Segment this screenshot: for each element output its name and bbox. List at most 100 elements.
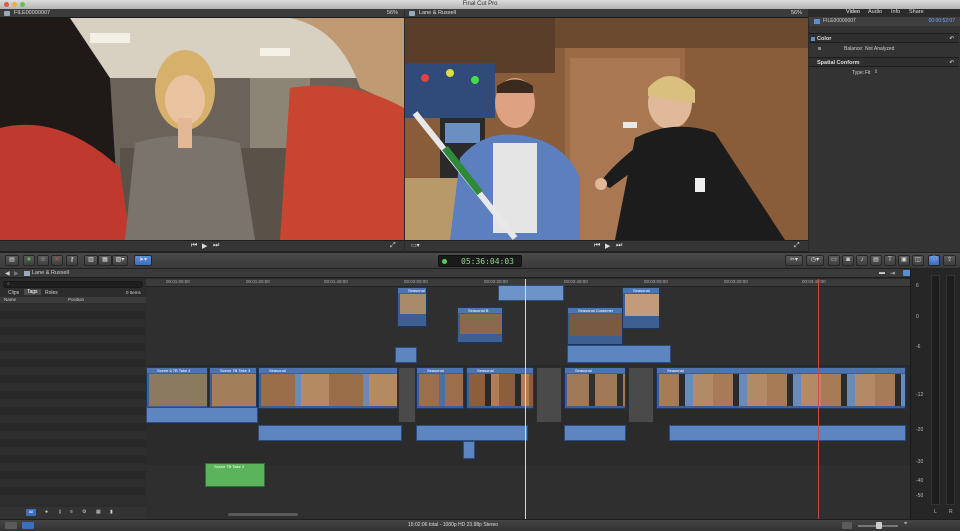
- connect-clip-button[interactable]: ▥: [84, 255, 98, 266]
- storyline-clip[interactable]: Seasonal: [416, 367, 464, 409]
- color-section-header[interactable]: Color ↶: [809, 33, 959, 43]
- themes-icon[interactable]: ◫: [912, 255, 924, 266]
- previous-frame-icon[interactable]: ⏮: [191, 242, 197, 250]
- connected-clip[interactable]: Seasonal Customer: [567, 307, 623, 345]
- reset-icon[interactable]: ↶: [949, 58, 954, 68]
- tab-video[interactable]: Video: [846, 9, 860, 15]
- viewer-options-icon[interactable]: ▭▾: [411, 242, 420, 249]
- connected-clip[interactable]: [498, 285, 564, 301]
- gap-clip[interactable]: [536, 367, 562, 423]
- type-value-select[interactable]: Fit: [865, 70, 871, 76]
- clip-appearance-button[interactable]: [842, 522, 852, 529]
- all-filter-button[interactable]: All: [26, 509, 36, 516]
- connected-clip[interactable]: Seasonal: [622, 287, 660, 329]
- playhead[interactable]: [525, 279, 526, 519]
- favorite-star-icon[interactable]: ★: [23, 255, 35, 266]
- main-toolbar: ▤ ★ ☆ ✕ ⚷ ▥ ▦ ▧▾ ➤▾ 05:36:04:03 ✂▾ ◷▾ ▭ …: [0, 252, 960, 269]
- clip-title: Seasonal: [623, 288, 659, 293]
- film-icon: [814, 19, 820, 24]
- spatial-conform-section-header[interactable]: Spatial Conform ↶: [809, 57, 959, 67]
- snapping-icon[interactable]: ⇥: [890, 270, 895, 277]
- reset-icon[interactable]: ↶: [949, 34, 954, 44]
- clip-thumbnail: [659, 374, 905, 406]
- music-icon[interactable]: ♪: [856, 255, 868, 266]
- share-icon[interactable]: ⇪: [943, 255, 956, 266]
- select-tool-arrow-icon[interactable]: ➤▾: [134, 255, 152, 266]
- fullscreen-icon[interactable]: ⤢: [390, 242, 396, 250]
- column-position-header[interactable]: Position: [68, 297, 84, 302]
- keyword-key-icon[interactable]: ⚷: [66, 255, 78, 266]
- chevron-down-icon[interactable]: ⇕: [874, 69, 878, 75]
- tab-info[interactable]: Info: [891, 9, 900, 15]
- clip-title: Seasonal: [657, 368, 905, 373]
- enhancements-icon[interactable]: ✂▾: [785, 255, 803, 266]
- tab-tags[interactable]: Tags: [24, 289, 41, 295]
- play-icon[interactable]: ▶: [202, 242, 207, 250]
- ruler-tick-label: 00:02:40:00: [564, 279, 588, 284]
- timeline-viewer-zoom[interactable]: 56%: [791, 9, 802, 18]
- marker-filter-icon[interactable]: ▮: [110, 509, 113, 515]
- grid-filter-icon[interactable]: ▦: [96, 509, 101, 515]
- key-filter-icon[interactable]: ⚷: [58, 509, 62, 515]
- audio-waveform: [669, 425, 906, 441]
- reject-icon[interactable]: ✕: [51, 255, 63, 266]
- append-clip-button[interactable]: ▧▾: [112, 255, 128, 266]
- background-tasks-button[interactable]: [22, 522, 34, 529]
- index-toggle-button[interactable]: [5, 522, 17, 529]
- unrate-star-icon[interactable]: ☆: [37, 255, 49, 266]
- column-name-header[interactable]: Name: [4, 297, 16, 302]
- connected-audio-clip[interactable]: Scene 7B Take 2: [205, 463, 265, 487]
- close-window-button[interactable]: [4, 2, 9, 7]
- tab-audio[interactable]: Audio: [868, 9, 882, 15]
- storyline-clip[interactable]: Scene 6 7B Take 4: [146, 367, 208, 409]
- storyline-clip[interactable]: Seasonal: [258, 367, 398, 409]
- fullscreen-icon[interactable]: ⤢: [794, 242, 800, 250]
- storyline-clip[interactable]: Seasonal: [656, 367, 906, 409]
- zoom-slider-knob[interactable]: [876, 522, 882, 529]
- audio-waveform: [567, 345, 671, 363]
- generators-icon[interactable]: ▣: [898, 255, 910, 266]
- event-viewer-zoom[interactable]: 56%: [387, 9, 398, 18]
- gear-filter-icon[interactable]: ⚙: [82, 509, 86, 515]
- keyword-filter-icon[interactable]: ●: [45, 509, 48, 515]
- retime-icon[interactable]: ◷▾: [806, 255, 824, 266]
- dashboard-timecode[interactable]: 05:36:04:03: [438, 255, 522, 267]
- tab-roles[interactable]: Roles: [45, 290, 58, 296]
- tab-clips[interactable]: Clips: [8, 290, 19, 296]
- storyline-clip[interactable]: Scene 7B Take 3: [209, 367, 257, 409]
- balance-label: Balance:: [844, 46, 864, 52]
- forward-arrow-icon[interactable]: ▶: [14, 270, 19, 277]
- list-filter-icon[interactable]: ≡: [70, 509, 73, 515]
- event-library-button[interactable]: ▤: [5, 255, 19, 266]
- connected-clip[interactable]: Seasonal B: [457, 307, 503, 343]
- timeline-scrollbar[interactable]: [228, 513, 298, 516]
- index-search-field[interactable]: ⌕: [3, 281, 143, 288]
- insert-clip-button[interactable]: ▦: [98, 255, 112, 266]
- back-arrow-icon[interactable]: ◀: [5, 270, 10, 277]
- index-list: [0, 303, 146, 503]
- media-browser-icon[interactable]: ▭: [828, 255, 840, 266]
- gap-clip[interactable]: [398, 367, 416, 423]
- text-t-icon[interactable]: T: [884, 255, 896, 266]
- zoom-window-button[interactable]: [20, 2, 25, 7]
- checkbox-icon[interactable]: [811, 37, 815, 41]
- connected-clip[interactable]: Seasonal: [397, 287, 427, 327]
- titles-icon[interactable]: ▤: [870, 255, 882, 266]
- storyline-clip[interactable]: Seasonal: [564, 367, 626, 409]
- timeline-area[interactable]: 00:01:00:00 00:01:20:00 00:01:40:00 00:0…: [146, 279, 910, 519]
- clip-title: Scene 7B Take 3: [210, 368, 256, 373]
- next-frame-icon[interactable]: ⏭: [616, 242, 622, 250]
- timeline-viewer-controls: ▭▾ ⏮ ▶ ⏭ ⤢: [405, 240, 808, 251]
- zoom-out-icon[interactable]: ⌖: [904, 521, 907, 528]
- audio-skimming-icon[interactable]: ▬: [879, 270, 885, 276]
- balance-toggle-icon[interactable]: [818, 47, 821, 50]
- next-frame-icon[interactable]: ⏭: [213, 242, 219, 250]
- storyline-clip[interactable]: Seasonal: [466, 367, 534, 409]
- tab-share[interactable]: Share: [909, 9, 924, 15]
- minimize-window-button[interactable]: [12, 2, 17, 7]
- play-icon[interactable]: ▶: [605, 242, 610, 250]
- previous-frame-icon[interactable]: ⏮: [594, 242, 600, 250]
- gap-clip[interactable]: [628, 367, 654, 423]
- inspector-toggle-icon[interactable]: ⓘ: [928, 255, 940, 266]
- photos-icon[interactable]: ◙: [842, 255, 854, 266]
